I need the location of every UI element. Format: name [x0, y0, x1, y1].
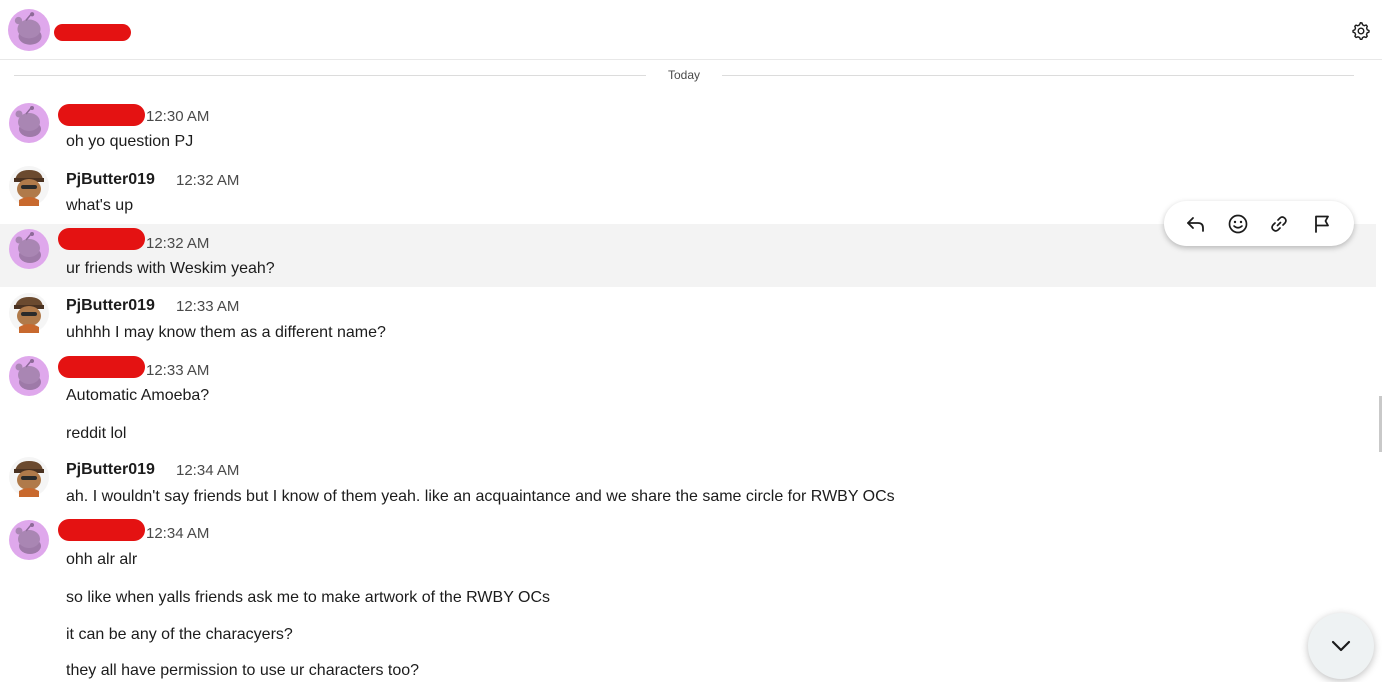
avatar[interactable]: [9, 293, 49, 333]
message-text: ah. I wouldn't say friends but I know of…: [66, 488, 895, 505]
message-text: so like when yalls friends ask me to mak…: [66, 589, 551, 606]
flag-icon[interactable]: [1309, 211, 1335, 237]
message-time: 12:33 AM: [176, 298, 240, 315]
avatar[interactable]: [9, 103, 49, 143]
message-text: Automatic Amoeba?: [66, 387, 210, 404]
message-text: it can be any of the characyers?: [66, 626, 293, 643]
avatar[interactable]: [9, 229, 49, 269]
message-text: what's up: [66, 197, 134, 214]
redacted-username: [58, 519, 145, 541]
message-time: 12:32 AM: [146, 235, 210, 252]
chevron-down-icon: [1331, 640, 1351, 652]
message-text: oh yo question PJ: [66, 133, 194, 150]
date-divider-label: Today: [667, 68, 701, 82]
message-time: 12:32 AM: [176, 172, 240, 189]
message-actions-toolbar: [1164, 201, 1354, 246]
message-text: reddit lol: [66, 425, 127, 442]
link-icon[interactable]: [1266, 211, 1292, 237]
message-text: they all have permission to use ur chara…: [66, 662, 420, 679]
username[interactable]: PjButter019: [66, 461, 155, 479]
message-text: uhhhh I may know them as a different nam…: [66, 324, 386, 341]
chat-header: [0, 0, 1382, 60]
username[interactable]: PjButter019: [66, 297, 155, 315]
message-time: 12:34 AM: [146, 525, 210, 542]
message-time: 12:33 AM: [146, 362, 210, 379]
message-text: ohh alr alr: [66, 551, 138, 568]
username[interactable]: PjButter019: [66, 171, 155, 189]
reply-icon[interactable]: [1183, 211, 1209, 237]
message-text: ur friends with Weskim yeah?: [66, 260, 275, 277]
redacted-username: [58, 228, 145, 250]
gear-icon[interactable]: [1351, 21, 1371, 41]
redacted-username: [58, 356, 145, 378]
avatar[interactable]: [9, 457, 49, 497]
avatar[interactable]: [8, 9, 50, 51]
avatar[interactable]: [9, 166, 49, 206]
message-time: 12:34 AM: [176, 462, 240, 479]
avatar[interactable]: [9, 520, 49, 560]
scroll-to-bottom-button[interactable]: [1308, 613, 1374, 679]
redacted-username: [54, 24, 131, 41]
redacted-username: [58, 104, 145, 126]
avatar[interactable]: [9, 356, 49, 396]
message-time: 12:30 AM: [146, 108, 210, 125]
emoji-icon[interactable]: [1225, 211, 1251, 237]
date-divider: Today: [14, 66, 1354, 86]
